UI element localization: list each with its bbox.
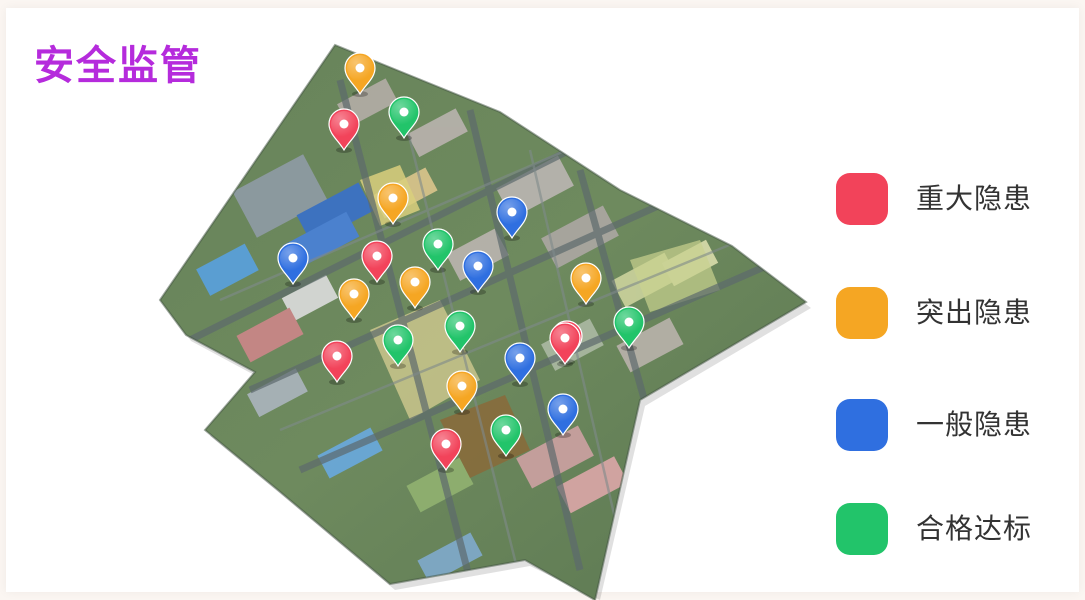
orange-swatch-icon (836, 287, 888, 339)
legend-label: 合格达标 (916, 512, 1033, 545)
green-swatch-icon (836, 503, 888, 555)
legend-label: 突出隐患 (916, 296, 1033, 329)
legend-label: 一般隐患 (916, 408, 1033, 441)
blue-swatch-icon (836, 399, 888, 451)
red-swatch-icon (836, 173, 888, 225)
legend-label: 重大隐患 (916, 182, 1033, 215)
legend-item-prominent-hazard: 突出隐患 (836, 286, 1056, 342)
legend-item-qualified: 合格达标 (836, 502, 1056, 558)
legend-item-major-hazard: 重大隐患 (836, 172, 1056, 228)
legend-item-general-hazard: 一般隐患 (836, 398, 1056, 454)
page: 安全监管 重大隐患 突出隐患 一般隐患 合格达标 (0, 0, 1085, 600)
map-area (160, 45, 806, 600)
